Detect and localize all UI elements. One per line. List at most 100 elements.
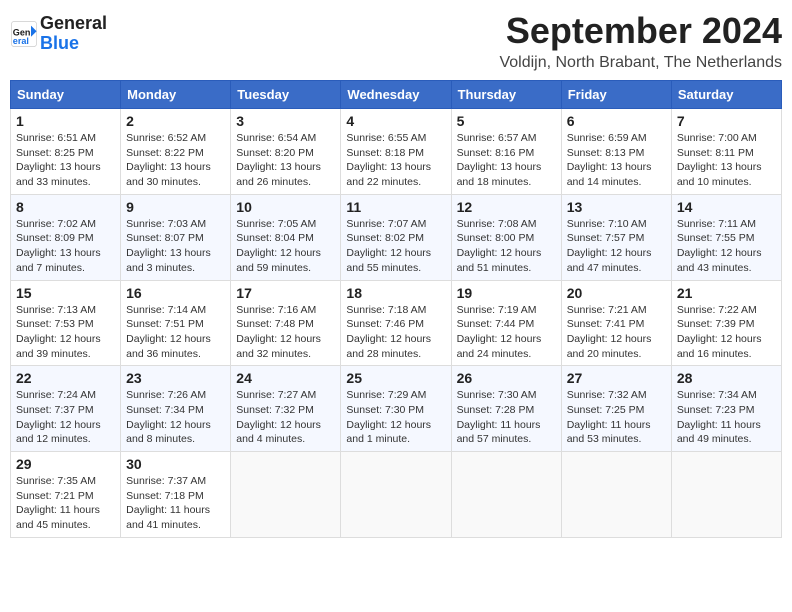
day-number: 26 bbox=[457, 370, 556, 386]
day-number: 14 bbox=[677, 199, 776, 215]
calendar-cell: 22 Sunrise: 7:24 AM Sunset: 7:37 PM Dayli… bbox=[11, 366, 121, 452]
day-number: 10 bbox=[236, 199, 335, 215]
weekday-header: Sunday bbox=[11, 81, 121, 109]
calendar-cell: 18Sunrise: 7:18 AM Sunset: 7:46 PM Dayli… bbox=[341, 280, 451, 366]
calendar-cell: 28 Sunrise: 7:34 AM Sunset: 7:23 PM Dayli… bbox=[671, 366, 781, 452]
calendar-cell: 20 Sunrise: 7:21 AM Sunset: 7:41 PM Dayli… bbox=[561, 280, 671, 366]
day-info: Sunrise: 7:05 AM Sunset: 8:04 PM Dayligh… bbox=[236, 217, 335, 276]
calendar-cell bbox=[451, 452, 561, 538]
day-number: 9 bbox=[126, 199, 225, 215]
day-number: 11 bbox=[346, 199, 445, 215]
calendar-cell: 17 Sunrise: 7:16 AM Sunset: 7:48 PM Dayli… bbox=[231, 280, 341, 366]
day-number: 3 bbox=[236, 113, 335, 129]
day-info: Sunrise: 7:00 AM Sunset: 8:11 PM Dayligh… bbox=[677, 131, 776, 190]
calendar-week-row: 22 Sunrise: 7:24 AM Sunset: 7:37 PM Dayli… bbox=[11, 366, 782, 452]
day-info: Sunrise: 7:21 AM Sunset: 7:41 PM Dayligh… bbox=[567, 303, 666, 362]
weekday-header-row: SundayMondayTuesdayWednesdayThursdayFrid… bbox=[11, 81, 782, 109]
calendar-cell: 21 Sunrise: 7:22 AM Sunset: 7:39 PM Dayli… bbox=[671, 280, 781, 366]
calendar-cell: 27Sunrise: 7:32 AM Sunset: 7:25 PM Dayli… bbox=[561, 366, 671, 452]
weekday-header: Friday bbox=[561, 81, 671, 109]
calendar-cell: 13Sunrise: 7:10 AM Sunset: 7:57 PM Dayli… bbox=[561, 194, 671, 280]
calendar-cell bbox=[341, 452, 451, 538]
calendar-cell: 15 Sunrise: 7:13 AM Sunset: 7:53 PM Dayli… bbox=[11, 280, 121, 366]
day-info: Sunrise: 6:55 AM Sunset: 8:18 PM Dayligh… bbox=[346, 131, 445, 190]
calendar-cell: 1Sunrise: 6:51 AM Sunset: 8:25 PM Daylig… bbox=[11, 109, 121, 195]
day-info: Sunrise: 6:59 AM Sunset: 8:13 PM Dayligh… bbox=[567, 131, 666, 190]
day-number: 5 bbox=[457, 113, 556, 129]
calendar-cell: 6 Sunrise: 6:59 AM Sunset: 8:13 PM Daylig… bbox=[561, 109, 671, 195]
calendar-cell: 29 Sunrise: 7:35 AM Sunset: 7:21 PM Dayli… bbox=[11, 452, 121, 538]
calendar-cell: 4 Sunrise: 6:55 AM Sunset: 8:18 PM Daylig… bbox=[341, 109, 451, 195]
day-number: 12 bbox=[457, 199, 556, 215]
day-number: 16 bbox=[126, 285, 225, 301]
day-number: 29 bbox=[16, 456, 115, 472]
day-info: Sunrise: 7:30 AM Sunset: 7:28 PM Dayligh… bbox=[457, 388, 556, 447]
calendar-cell: 11 Sunrise: 7:07 AM Sunset: 8:02 PM Dayli… bbox=[341, 194, 451, 280]
day-number: 6 bbox=[567, 113, 666, 129]
day-info: Sunrise: 6:51 AM Sunset: 8:25 PM Dayligh… bbox=[16, 131, 115, 190]
calendar-cell: 14 Sunrise: 7:11 AM Sunset: 7:55 PM Dayli… bbox=[671, 194, 781, 280]
day-info: Sunrise: 7:34 AM Sunset: 7:23 PM Dayligh… bbox=[677, 388, 776, 447]
day-info: Sunrise: 7:08 AM Sunset: 8:00 PM Dayligh… bbox=[457, 217, 556, 276]
svg-text:eral: eral bbox=[13, 36, 29, 46]
calendar-cell: 7 Sunrise: 7:00 AM Sunset: 8:11 PM Daylig… bbox=[671, 109, 781, 195]
calendar-cell: 24 Sunrise: 7:27 AM Sunset: 7:32 PM Dayli… bbox=[231, 366, 341, 452]
calendar-cell: 9 Sunrise: 7:03 AM Sunset: 8:07 PM Daylig… bbox=[121, 194, 231, 280]
weekday-header: Thursday bbox=[451, 81, 561, 109]
day-info: Sunrise: 7:11 AM Sunset: 7:55 PM Dayligh… bbox=[677, 217, 776, 276]
day-number: 8 bbox=[16, 199, 115, 215]
calendar-cell: 3 Sunrise: 6:54 AM Sunset: 8:20 PM Daylig… bbox=[231, 109, 341, 195]
calendar-week-row: 29 Sunrise: 7:35 AM Sunset: 7:21 PM Dayli… bbox=[11, 452, 782, 538]
day-info: Sunrise: 7:37 AM Sunset: 7:18 PM Dayligh… bbox=[126, 474, 225, 533]
calendar-cell: 30 Sunrise: 7:37 AM Sunset: 7:18 PM Dayli… bbox=[121, 452, 231, 538]
day-number: 21 bbox=[677, 285, 776, 301]
day-info: Sunrise: 6:57 AM Sunset: 8:16 PM Dayligh… bbox=[457, 131, 556, 190]
calendar-cell: 19Sunrise: 7:19 AM Sunset: 7:44 PM Dayli… bbox=[451, 280, 561, 366]
day-info: Sunrise: 7:02 AM Sunset: 8:09 PM Dayligh… bbox=[16, 217, 115, 276]
calendar-cell bbox=[671, 452, 781, 538]
day-number: 28 bbox=[677, 370, 776, 386]
day-number: 20 bbox=[567, 285, 666, 301]
calendar-cell: 12 Sunrise: 7:08 AM Sunset: 8:00 PM Dayli… bbox=[451, 194, 561, 280]
calendar-cell: 10 Sunrise: 7:05 AM Sunset: 8:04 PM Dayli… bbox=[231, 194, 341, 280]
day-number: 30 bbox=[126, 456, 225, 472]
calendar-cell: 5 Sunrise: 6:57 AM Sunset: 8:16 PM Daylig… bbox=[451, 109, 561, 195]
calendar-cell: 16 Sunrise: 7:14 AM Sunset: 7:51 PM Dayli… bbox=[121, 280, 231, 366]
day-info: Sunrise: 7:13 AM Sunset: 7:53 PM Dayligh… bbox=[16, 303, 115, 362]
day-info: Sunrise: 7:27 AM Sunset: 7:32 PM Dayligh… bbox=[236, 388, 335, 447]
day-info: Sunrise: 7:24 AM Sunset: 7:37 PM Dayligh… bbox=[16, 388, 115, 447]
calendar-cell bbox=[561, 452, 671, 538]
calendar-week-row: 1Sunrise: 6:51 AM Sunset: 8:25 PM Daylig… bbox=[11, 109, 782, 195]
weekday-header: Tuesday bbox=[231, 81, 341, 109]
weekday-header: Wednesday bbox=[341, 81, 451, 109]
day-number: 22 bbox=[16, 370, 115, 386]
calendar-cell bbox=[231, 452, 341, 538]
logo-icon: Gen eral bbox=[10, 20, 38, 48]
day-info: Sunrise: 7:16 AM Sunset: 7:48 PM Dayligh… bbox=[236, 303, 335, 362]
day-info: Sunrise: 7:35 AM Sunset: 7:21 PM Dayligh… bbox=[16, 474, 115, 533]
day-info: Sunrise: 7:14 AM Sunset: 7:51 PM Dayligh… bbox=[126, 303, 225, 362]
calendar-week-row: 8 Sunrise: 7:02 AM Sunset: 8:09 PM Daylig… bbox=[11, 194, 782, 280]
day-info: Sunrise: 7:18 AM Sunset: 7:46 PM Dayligh… bbox=[346, 303, 445, 362]
day-info: Sunrise: 7:07 AM Sunset: 8:02 PM Dayligh… bbox=[346, 217, 445, 276]
day-info: Sunrise: 7:22 AM Sunset: 7:39 PM Dayligh… bbox=[677, 303, 776, 362]
calendar-week-row: 15 Sunrise: 7:13 AM Sunset: 7:53 PM Dayli… bbox=[11, 280, 782, 366]
day-info: Sunrise: 7:29 AM Sunset: 7:30 PM Dayligh… bbox=[346, 388, 445, 447]
day-number: 24 bbox=[236, 370, 335, 386]
day-info: Sunrise: 6:52 AM Sunset: 8:22 PM Dayligh… bbox=[126, 131, 225, 190]
day-number: 4 bbox=[346, 113, 445, 129]
day-number: 17 bbox=[236, 285, 335, 301]
day-info: Sunrise: 6:54 AM Sunset: 8:20 PM Dayligh… bbox=[236, 131, 335, 190]
day-number: 7 bbox=[677, 113, 776, 129]
day-number: 15 bbox=[16, 285, 115, 301]
day-number: 23 bbox=[126, 370, 225, 386]
day-number: 25 bbox=[346, 370, 445, 386]
day-info: Sunrise: 7:26 AM Sunset: 7:34 PM Dayligh… bbox=[126, 388, 225, 447]
day-info: Sunrise: 7:10 AM Sunset: 7:57 PM Dayligh… bbox=[567, 217, 666, 276]
day-info: Sunrise: 7:19 AM Sunset: 7:44 PM Dayligh… bbox=[457, 303, 556, 362]
calendar-cell: 25 Sunrise: 7:29 AM Sunset: 7:30 PM Dayli… bbox=[341, 366, 451, 452]
logo: Gen eral General Blue bbox=[10, 10, 107, 54]
calendar-cell: 8 Sunrise: 7:02 AM Sunset: 8:09 PM Daylig… bbox=[11, 194, 121, 280]
day-info: Sunrise: 7:03 AM Sunset: 8:07 PM Dayligh… bbox=[126, 217, 225, 276]
title-area: September 2024 Voldijn, North Brabant, T… bbox=[499, 10, 782, 72]
